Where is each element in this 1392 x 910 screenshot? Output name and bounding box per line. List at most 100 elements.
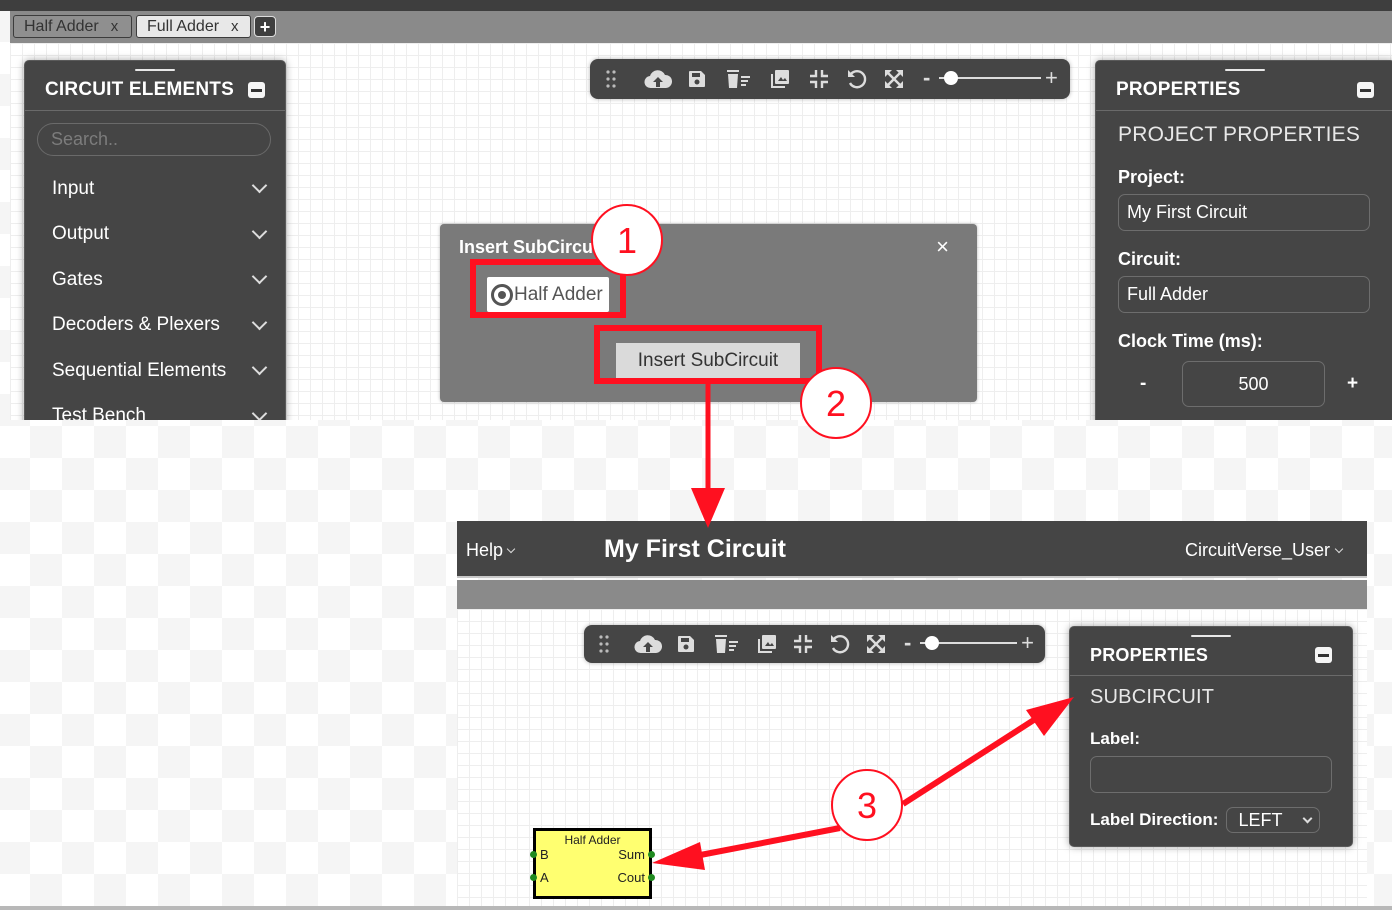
tab-label: Half Adder	[24, 18, 99, 35]
drag-handle-icon[interactable]	[599, 635, 609, 653]
save-icon[interactable]	[688, 70, 706, 88]
fullscreen-icon[interactable]	[884, 69, 904, 89]
panel-title: CIRCUIT ELEMENTS	[45, 78, 234, 100]
category-label: Sequential Elements	[52, 359, 227, 381]
chevron-down-icon	[251, 405, 268, 420]
subcircuit-title: Half Adder	[564, 833, 621, 847]
zoom-in-button[interactable]: +	[1045, 65, 1058, 91]
category-sequential-elements[interactable]: Sequential Elements	[25, 348, 285, 394]
panel-title: PROPERTIES	[1090, 644, 1209, 665]
category-label: Gates	[52, 268, 103, 290]
circuit-name-input[interactable]	[1118, 276, 1370, 313]
zoom-out-button[interactable]: -	[923, 65, 935, 91]
drag-handle[interactable]	[1225, 69, 1265, 71]
cloud-upload-icon[interactable]	[634, 634, 662, 654]
cloud-upload-icon[interactable]	[644, 69, 672, 89]
category-input[interactable]: Input	[25, 166, 285, 212]
canvas-toolbar: - +	[584, 625, 1045, 663]
tab-full-adder[interactable]: Full Adder x	[136, 15, 251, 38]
undo-icon[interactable]	[846, 68, 868, 90]
input-node-b[interactable]	[530, 851, 537, 858]
circuit-name-label: Circuit:	[1118, 249, 1181, 269]
zoom-slider[interactable]	[919, 636, 1018, 650]
category-label: Input	[52, 177, 95, 199]
category-label: Decoders & Plexers	[52, 314, 220, 336]
navbar: Help My First Circuit CircuitVerse_User	[457, 521, 1367, 578]
drag-handle-icon[interactable]	[606, 70, 616, 88]
close-icon[interactable]: ×	[936, 236, 949, 258]
category-list: Input Output Gates Decoders & Plexers Se…	[25, 166, 285, 420]
insert-subcircuit-button[interactable]: Insert SubCircuit	[616, 343, 800, 378]
selected-value: LEFT	[1238, 809, 1283, 830]
properties-panel: PROPERTIES PROJECT PROPERTIES Project: C…	[1095, 60, 1392, 420]
subcircuit-option-half-adder[interactable]: Half Adder	[487, 277, 609, 312]
minimize-icon[interactable]	[248, 81, 265, 98]
category-label: Test Bench	[52, 405, 146, 420]
user-name: CircuitVerse_User	[1184, 540, 1330, 560]
chevron-down-icon	[506, 544, 516, 553]
increase-button[interactable]: +	[1347, 373, 1367, 395]
category-test-bench[interactable]: Test Bench	[25, 394, 285, 420]
user-menu[interactable]: CircuitVerse_User	[1184, 540, 1344, 561]
half-adder-subcircuit[interactable]: Half Adder B A Sum Cout	[530, 828, 655, 899]
search-input[interactable]	[37, 123, 271, 156]
undo-icon[interactable]	[829, 633, 851, 655]
tab-half-adder[interactable]: Half Adder x	[13, 15, 132, 38]
fit-to-screen-icon[interactable]	[793, 634, 813, 654]
clear-delete-icon[interactable]	[726, 69, 752, 89]
section-title: PROJECT PROPERTIES	[1118, 123, 1361, 146]
image-export-icon[interactable]	[770, 69, 790, 89]
input-pin-label: A	[540, 870, 549, 885]
chevron-down-icon	[251, 268, 268, 285]
zoom-control: - +	[904, 630, 1034, 656]
zoom-out-button[interactable]: -	[904, 630, 916, 656]
label-input[interactable]	[1090, 756, 1332, 793]
minimize-icon[interactable]	[1357, 81, 1374, 98]
input-node-a[interactable]	[530, 874, 537, 881]
clock-time-input[interactable]	[1182, 361, 1325, 407]
label-field-label: Label:	[1090, 729, 1141, 748]
project-title[interactable]: My First Circuit	[604, 535, 786, 564]
clock-time-label: Clock Time (ms):	[1118, 331, 1263, 351]
add-tab-button[interactable]: +	[254, 16, 276, 37]
close-tab-icon[interactable]: x	[111, 16, 119, 37]
decrease-button[interactable]: -	[1140, 373, 1160, 395]
insert-subcircuit-dialog: Insert SubCircuit × Half Adder Insert Su…	[440, 224, 977, 402]
minimize-icon[interactable]	[1315, 647, 1332, 663]
output-pin-label: Cout	[617, 870, 645, 885]
zoom-slider-handle[interactable]	[924, 636, 939, 650]
chevron-down-icon	[251, 223, 268, 240]
help-menu[interactable]: Help	[466, 540, 516, 561]
fit-to-screen-icon[interactable]	[809, 69, 829, 89]
label-direction-row: Label Direction: LEFT	[1070, 807, 1352, 833]
category-output[interactable]: Output	[25, 212, 285, 258]
navbar	[0, 0, 1392, 11]
input-pin-label: B	[540, 847, 549, 862]
help-label: Help	[466, 540, 504, 560]
output-node-cout[interactable]	[648, 874, 655, 881]
output-pin-label: Sum	[618, 847, 645, 862]
close-tab-icon[interactable]: x	[231, 16, 239, 37]
project-name-input[interactable]	[1118, 194, 1370, 231]
label-direction-label: Label Direction:	[1090, 810, 1219, 829]
project-name-label: Project:	[1118, 167, 1186, 187]
drag-handle[interactable]	[1191, 635, 1231, 637]
output-node-sum[interactable]	[648, 851, 655, 858]
bottom-screenshot: Help My First Circuit CircuitVerse_User	[457, 521, 1367, 907]
zoom-in-button[interactable]: +	[1021, 630, 1034, 656]
drag-handle[interactable]	[135, 69, 175, 71]
properties-panel: PROPERTIES SUBCIRCUIT Label: Label Direc…	[1069, 626, 1353, 847]
circuit-tab-bar	[457, 580, 1367, 609]
label-direction-select[interactable]: LEFT	[1226, 807, 1321, 833]
radio-selected-icon[interactable]	[491, 283, 513, 306]
image-export-icon[interactable]	[757, 634, 777, 654]
zoom-slider-handle[interactable]	[944, 71, 959, 85]
clear-delete-icon[interactable]	[714, 634, 740, 654]
save-icon[interactable]	[677, 635, 695, 653]
canvas-toolbar: - +	[590, 59, 1070, 99]
category-decoders-plexers[interactable]: Decoders & Plexers	[25, 303, 285, 349]
fullscreen-icon[interactable]	[866, 634, 886, 654]
zoom-slider[interactable]	[939, 71, 1041, 85]
dialog-title: Insert SubCircuit	[459, 237, 605, 257]
category-gates[interactable]: Gates	[25, 257, 285, 303]
